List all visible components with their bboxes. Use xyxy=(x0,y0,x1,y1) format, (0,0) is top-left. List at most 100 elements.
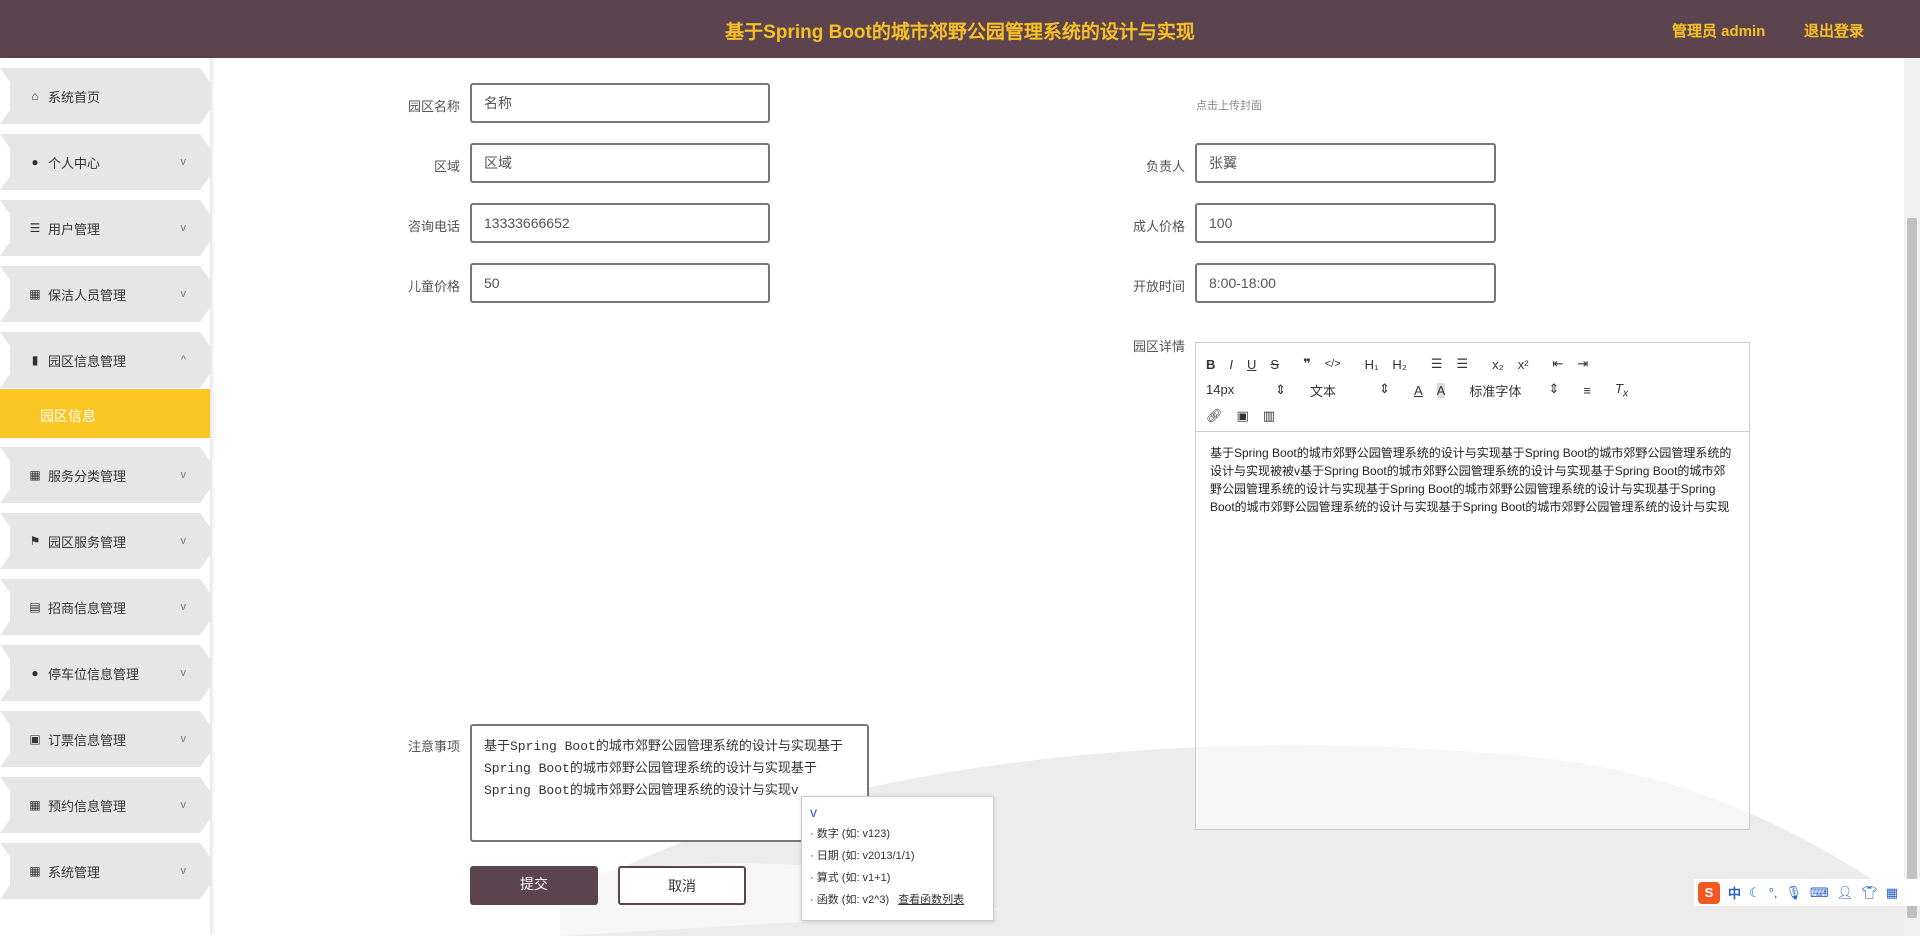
ime-hint: · 算式 (如: v1+1) xyxy=(810,872,891,884)
ordered-list-icon[interactable]: ☰ xyxy=(1431,356,1443,372)
area-label: 区域 xyxy=(433,159,460,174)
chevron-down-icon: v xyxy=(180,601,187,613)
sidebar-item[interactable]: ● 停车位信息管理 v xyxy=(0,645,210,701)
sidebar-item-label: 停车位信息管理 xyxy=(48,666,140,682)
sidebar-item[interactable]: ▣ 订票信息管理 v xyxy=(0,711,210,767)
sidebar-item[interactable]: ▦ 系统管理 v xyxy=(0,843,210,899)
upload-cover-link[interactable]: 点击上传封面 xyxy=(1196,97,1262,113)
chevron-down-icon: v xyxy=(180,469,187,481)
home-icon: ⌂ xyxy=(31,89,39,103)
punctuation-icon[interactable]: °, xyxy=(1769,885,1778,900)
image-icon[interactable]: ▣ xyxy=(1237,408,1249,424)
h2-icon[interactable]: H₂ xyxy=(1392,357,1406,372)
bold-icon[interactable]: B xyxy=(1206,357,1215,372)
ime-hint: · 函数 (如: v2^3) xyxy=(810,894,890,906)
chevron-down-icon: v xyxy=(180,156,187,168)
ime-toolbar: S 中 ☾ °, 🎙︎ ⌨ 👤︎ 👕︎ ▦ xyxy=(1694,879,1920,906)
text-color-icon[interactable]: A xyxy=(1414,383,1423,398)
adult-price-input[interactable]: 100 xyxy=(1195,203,1496,243)
sidebar-item[interactable]: ▮ 园区信息管理 ^ xyxy=(0,332,210,388)
cancel-button[interactable]: 取消 xyxy=(618,866,746,905)
strike-icon[interactable]: S xyxy=(1270,357,1279,372)
sidebar-item-label: 园区信息管理 xyxy=(48,353,127,369)
code-icon[interactable]: </> xyxy=(1325,358,1341,370)
area-input[interactable]: 区域 xyxy=(470,143,770,183)
link-icon[interactable]: 🔗︎ xyxy=(1206,408,1223,424)
sidebar-item-label: 系统首页 xyxy=(48,89,101,105)
notes-label: 注意事项 xyxy=(407,739,460,754)
open-time-input[interactable]: 8:00-18:00 xyxy=(1195,263,1496,303)
sidebar-item-label: 用户管理 xyxy=(48,221,101,237)
sidebar-item[interactable]: ☰ 用户管理 v xyxy=(0,200,210,256)
manager-label: 负责人 xyxy=(1145,159,1185,174)
sidebar-item[interactable]: ▤ 招商信息管理 v xyxy=(0,579,210,635)
sidebar-item[interactable]: ⌂ 系统首页 xyxy=(0,68,210,124)
chevron-down-icon: v xyxy=(180,799,187,811)
grid-icon: ▦ xyxy=(29,287,41,301)
skin-icon[interactable]: 👕︎ xyxy=(1861,885,1878,901)
bullet-list-icon[interactable]: ☰ xyxy=(1457,356,1469,372)
sidebar-item[interactable]: ▦ 服务分类管理 v xyxy=(0,447,210,503)
adult-price-label: 成人价格 xyxy=(1132,219,1185,234)
background-color-icon[interactable]: A xyxy=(1436,382,1446,398)
function-list-link[interactable]: 查看函数列表 xyxy=(898,894,964,906)
scrollbar-thumb[interactable] xyxy=(1907,218,1917,918)
grid-icon: ▦ xyxy=(29,798,41,812)
keyboard-icon[interactable]: ⌨ xyxy=(1810,885,1829,901)
rich-text-editor: B I U S ❞ </> H₁ H₂ ☰ ☰ x₂ x² ⇤ ⇥ 14px ⇕… xyxy=(1195,342,1750,830)
phone-input[interactable]: 13333666652 xyxy=(470,203,770,243)
logout-link[interactable]: 退出登录 xyxy=(1804,20,1864,41)
sidebar-item[interactable]: ▦ 预约信息管理 v xyxy=(0,777,210,833)
chevron-down-icon: v xyxy=(180,667,187,679)
sidebar-subitem-park-info[interactable]: 园区信息 xyxy=(0,389,210,438)
clipboard-icon: ▤ xyxy=(29,600,41,614)
moon-icon[interactable]: ☾ xyxy=(1749,885,1761,901)
clear-format-icon[interactable]: Tx xyxy=(1615,381,1628,400)
sidebar-item[interactable]: ● 个人中心 v xyxy=(0,134,210,190)
manager-input[interactable]: 张翼 xyxy=(1195,143,1496,183)
underline-icon[interactable]: U xyxy=(1247,357,1256,372)
align-icon[interactable]: ≡ xyxy=(1583,383,1591,398)
sidebar-item-label: 服务分类管理 xyxy=(48,468,127,484)
editor-content[interactable]: 基于Spring Boot的城市郊野公园管理系统的设计与实现基于Spring B… xyxy=(1196,432,1749,528)
superscript-icon[interactable]: x² xyxy=(1518,357,1529,372)
user-icon: ● xyxy=(31,666,39,680)
sidebar: 园区信息 ⌂ 系统首页 ● 个人中心 v ☰ 用户管理 v ▦ 保洁人员管理 v ▮ 园区信息管理 ^ ▦ 服… xyxy=(0,58,210,936)
sidebar-item[interactable]: ▦ 保洁人员管理 v xyxy=(0,266,210,322)
format-select[interactable]: 文本 ⇕ xyxy=(1310,381,1390,400)
submit-button[interactable]: 提交 xyxy=(470,866,598,905)
top-header: 基于Spring Boot的城市郊野公园管理系统的设计与实现 管理员 admin… xyxy=(0,0,1920,58)
chevron-up-icon: ^ xyxy=(180,354,186,366)
child-price-input[interactable]: 50 xyxy=(470,263,770,303)
editor-toolbar: B I U S ❞ </> H₁ H₂ ☰ ☰ x₂ x² ⇤ ⇥ 14px ⇕… xyxy=(1196,343,1749,432)
blockquote-icon[interactable]: ❞ xyxy=(1303,356,1311,372)
ime-language-toggle[interactable]: 中 xyxy=(1728,883,1741,902)
subscript-icon[interactable]: x₂ xyxy=(1492,357,1504,372)
mic-icon[interactable]: 🎙︎ xyxy=(1785,885,1802,901)
indent-icon[interactable]: ⇥ xyxy=(1577,356,1588,372)
sidebar-item-label: 个人中心 xyxy=(48,155,101,171)
video-icon[interactable]: ▥ xyxy=(1263,408,1275,424)
font-size-select[interactable]: 14px ⇕ xyxy=(1206,382,1286,398)
h1-icon[interactable]: H₁ xyxy=(1365,357,1379,372)
phone-label: 咨询电话 xyxy=(407,219,460,234)
sidebar-item-label: 系统管理 xyxy=(48,864,101,880)
sogou-logo-icon[interactable]: S xyxy=(1698,881,1720,904)
sidebar-item[interactable]: ⚑ 园区服务管理 v xyxy=(0,513,210,569)
page-scrollbar[interactable] xyxy=(1904,58,1920,936)
italic-icon[interactable]: I xyxy=(1229,357,1233,372)
font-family-select[interactable]: 标准字体 ⇕ xyxy=(1469,381,1559,400)
grid-icon[interactable]: ▦ xyxy=(1886,885,1898,901)
outdent-icon[interactable]: ⇤ xyxy=(1553,356,1564,372)
sidebar-item-label: 订票信息管理 xyxy=(48,732,127,748)
sidebar-item-label: 招商信息管理 xyxy=(48,600,127,616)
app-title: 基于Spring Boot的城市郊野公园管理系统的设计与实现 xyxy=(725,22,1195,43)
sidebar-item-label: 预约信息管理 xyxy=(48,798,127,814)
grid-icon: ▦ xyxy=(29,468,41,482)
user-icon[interactable]: 👤︎ xyxy=(1837,885,1854,901)
chevron-down-icon: v xyxy=(180,222,187,234)
name-input[interactable]: 名称 xyxy=(470,83,770,123)
ime-suggestion-popup: v · 数字 (如: v123) · 日期 (如: v2013/1/1) · 算… xyxy=(801,796,994,921)
ime-hint: · 日期 (如: v2013/1/1) xyxy=(810,850,915,862)
detail-label: 园区详情 xyxy=(1132,339,1185,354)
